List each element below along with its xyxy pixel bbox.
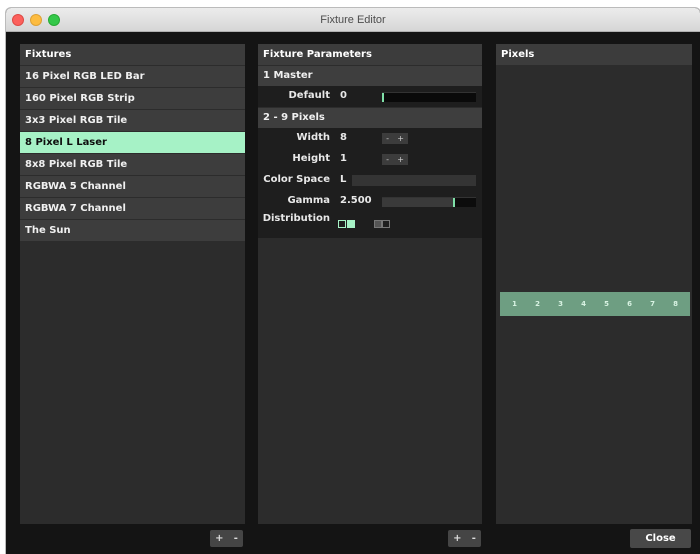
fixtures-add-remove-buttons: + -	[210, 530, 243, 547]
parameters-header: Fixture Parameters	[258, 44, 482, 65]
gamma-label: Gamma	[287, 195, 330, 206]
fixture-item[interactable]: 8x8 Pixel RGB Tile	[20, 154, 245, 175]
distribution-option-b-icon[interactable]	[374, 220, 396, 230]
fixture-item[interactable]: 16 Pixel RGB LED Bar	[20, 66, 245, 87]
height-decrement-button[interactable]: -	[386, 154, 389, 165]
distribution-label: Distribution	[262, 213, 330, 224]
color-space-value: L	[340, 174, 347, 185]
default-slider[interactable]	[382, 92, 476, 102]
fixture-item[interactable]: 160 Pixel RGB Strip	[20, 88, 245, 109]
height-increment-button[interactable]: +	[397, 154, 404, 165]
default-row: Default 0	[258, 86, 482, 107]
fixtures-panel: Fixtures 16 Pixel RGB LED Bar 160 Pixel …	[20, 44, 245, 524]
fixture-item[interactable]: 3x3 Pixel RGB Tile	[20, 110, 245, 131]
fixture-item[interactable]: RGBWA 7 Channel	[20, 198, 245, 219]
gamma-slider[interactable]	[382, 197, 476, 207]
remove-fixture-button[interactable]: -	[234, 533, 238, 544]
title-bar[interactable]: Fixture Editor	[6, 8, 700, 32]
fixtures-header: Fixtures	[20, 44, 245, 65]
add-fixture-button[interactable]: +	[215, 533, 223, 544]
pixel-cell[interactable]: 5	[604, 300, 609, 308]
window-title: Fixture Editor	[320, 14, 386, 26]
fixture-list: 16 Pixel RGB LED Bar 160 Pixel RGB Strip…	[20, 65, 245, 241]
gamma-row: Gamma 2.500	[258, 191, 482, 212]
gamma-slider-rest	[455, 198, 476, 207]
add-parameter-button[interactable]: +	[453, 533, 461, 544]
height-row: Height 1 - +	[258, 149, 482, 170]
width-value[interactable]: 8	[340, 132, 347, 143]
height-stepper[interactable]: - +	[382, 154, 408, 165]
distribution-row: Distribution	[258, 212, 482, 238]
width-label: Width	[296, 132, 330, 143]
default-value[interactable]: 0	[340, 90, 347, 101]
default-label: Default	[288, 90, 330, 101]
fixture-item-selected[interactable]: 8 Pixel L Laser	[20, 132, 245, 153]
gamma-value[interactable]: 2.500	[340, 195, 372, 206]
pixel-cell[interactable]: 1	[512, 300, 517, 308]
pixel-cell[interactable]: 6	[627, 300, 632, 308]
color-space-select[interactable]	[352, 175, 476, 186]
remove-parameter-button[interactable]: -	[472, 533, 476, 544]
gamma-slider-fill	[382, 198, 453, 207]
master-section-header[interactable]: 1 Master	[258, 66, 482, 86]
distribution-option-a-icon[interactable]	[338, 220, 360, 230]
pixel-cell[interactable]: 4	[581, 300, 586, 308]
pixel-cell[interactable]: 3	[558, 300, 563, 308]
close-button[interactable]: Close	[630, 529, 691, 548]
width-row: Width 8 - +	[258, 128, 482, 149]
pixel-cell[interactable]: 7	[650, 300, 655, 308]
pixel-strip[interactable]: 1 2 3 4 5 6 7 8	[500, 292, 690, 316]
fixture-parameters-panel: Fixture Parameters 1 Master Default 0 2 …	[258, 44, 482, 524]
default-slider-handle[interactable]	[382, 93, 384, 102]
color-space-row: Color Space L	[258, 170, 482, 191]
fixture-item[interactable]: RGBWA 5 Channel	[20, 176, 245, 197]
width-increment-button[interactable]: +	[397, 133, 404, 144]
color-space-label: Color Space	[263, 174, 330, 185]
pixels-header: Pixels	[496, 44, 692, 65]
pixel-cell[interactable]: 8	[673, 300, 678, 308]
width-decrement-button[interactable]: -	[386, 133, 389, 144]
height-label: Height	[292, 153, 330, 164]
fixture-item[interactable]: The Sun	[20, 220, 245, 241]
height-value[interactable]: 1	[340, 153, 347, 164]
pixels-section-header[interactable]: 2 - 9 Pixels	[258, 108, 482, 128]
width-stepper[interactable]: - +	[382, 133, 408, 144]
pixels-panel: Pixels 1 2 3 4 5 6 7 8	[496, 44, 692, 524]
fixture-editor-window: Fixture Editor Fixtures 16 Pixel RGB LED…	[6, 8, 700, 554]
params-add-remove-buttons: + -	[448, 530, 481, 547]
pixel-cell[interactable]: 2	[535, 300, 540, 308]
